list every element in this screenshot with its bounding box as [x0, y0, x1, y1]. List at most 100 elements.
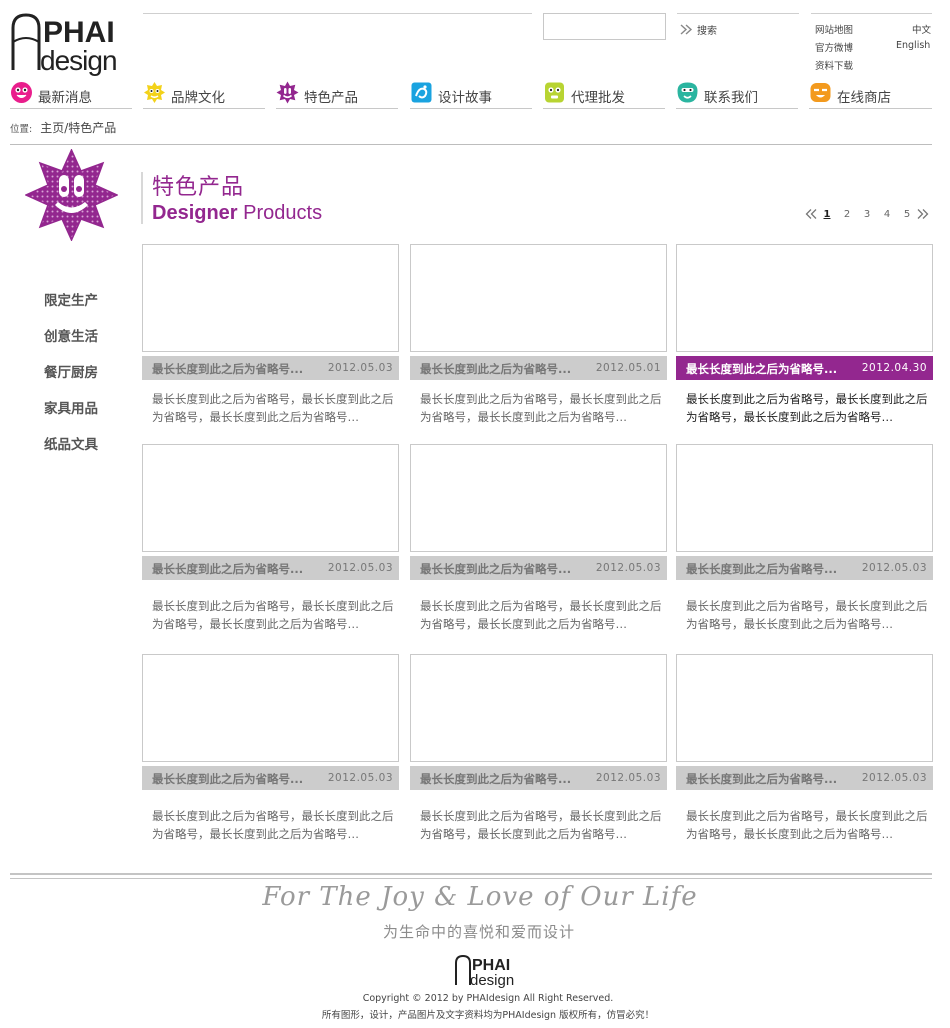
product-thumbnail[interactable]: [676, 444, 933, 552]
pager-page-1[interactable]: 1: [817, 209, 837, 220]
yellow-face-icon: [144, 82, 165, 103]
product-date: 2012.05.03: [327, 772, 393, 784]
pink-smiley-icon: [11, 82, 32, 103]
orange-face-icon: [810, 83, 831, 102]
product-date: 2012.05.03: [595, 562, 661, 574]
pager-next-icon[interactable]: [917, 208, 929, 220]
product-title-bar[interactable]: 最长长度到此之后为省略号... 2012.04.30: [676, 356, 933, 380]
product-title-bar[interactable]: 最长长度到此之后为省略号... 2012.05.01: [410, 356, 667, 380]
breadcrumb-prefix: 位置:: [10, 124, 33, 135]
nav-label-products: 特色产品: [304, 90, 358, 106]
sidebar-item-household[interactable]: 家具用品: [44, 397, 98, 417]
product-date: 2012.05.03: [861, 772, 927, 784]
footer-rule-thin: [10, 878, 932, 879]
product-description: 最长长度到此之后为省略号，最长长度到此之后为省略号，最长长度到此之后为省略号…: [152, 599, 394, 631]
product-title-bar[interactable]: 最长长度到此之后为省略号... 2012.05.03: [676, 766, 933, 790]
nav-label-stories: 设计故事: [438, 90, 492, 106]
phai-design-logo[interactable]: PHAI design: [10, 12, 134, 78]
product-thumbnail[interactable]: [410, 654, 667, 762]
product-description: 最长长度到此之后为省略号，最长长度到此之后为省略号，最长长度到此之后为省略号…: [420, 809, 662, 841]
downloads-link[interactable]: 资料下载: [815, 58, 853, 72]
blue-doodle-icon: [411, 82, 432, 103]
nav-label-wholesale: 代理批发: [571, 90, 625, 106]
purple-star-badge-icon: [24, 148, 119, 242]
product-date: 2012.05.03: [327, 562, 393, 574]
product-description: 最长长度到此之后为省略号，最长长度到此之后为省略号，最长长度到此之后为省略号…: [686, 809, 928, 841]
breadcrumb-home-link[interactable]: 主页: [40, 121, 64, 135]
pager-page-3[interactable]: 3: [857, 209, 877, 220]
footer-rule: [10, 873, 932, 875]
product-thumbnail[interactable]: [410, 244, 667, 352]
nav-item-brand[interactable]: 品牌文化: [143, 80, 265, 109]
product-date: 2012.05.03: [861, 562, 927, 574]
product-thumbnail[interactable]: [142, 244, 399, 352]
nav-item-contact[interactable]: 联系我们: [676, 80, 798, 109]
product-title-bar[interactable]: 最长长度到此之后为省略号... 2012.05.03: [142, 356, 399, 380]
product-description: 最长长度到此之后为省略号，最长长度到此之后为省略号，最长长度到此之后为省略号…: [420, 392, 662, 424]
footer-rights-notice: 所有图形，设计，产品图片及文字资料均为PHAIdesign 版权所有，仿冒必究！: [321, 1010, 655, 1021]
product-thumbnail[interactable]: [676, 654, 933, 762]
pager-prev-icon[interactable]: [805, 208, 817, 220]
section-title-chinese: 特色产品: [152, 175, 245, 200]
product-description: 最长长度到此之后为省略号，最长长度到此之后为省略号，最长长度到此之后为省略号…: [686, 392, 928, 424]
breadcrumb: 位置: 主页/特色产品: [10, 119, 116, 136]
product-title-bar[interactable]: 最长长度到此之后为省略号... 2012.05.03: [142, 766, 399, 790]
section-title-english-bold: Designer: [152, 202, 238, 224]
product-date: 2012.05.03: [595, 772, 661, 784]
product-title: 最长长度到此之后为省略号...: [686, 772, 838, 786]
product-thumbnail[interactable]: [410, 444, 667, 552]
section-title-english: Designer Products: [152, 202, 322, 225]
language-chinese-link[interactable]: 中文: [912, 22, 931, 36]
product-title: 最长长度到此之后为省略号...: [420, 562, 572, 576]
footer-copyright: Copyright © 2012 by PHAIdesign All Right…: [362, 993, 614, 1004]
nav-label-brand: 品牌文化: [171, 90, 225, 106]
product-title-bar[interactable]: 最长长度到此之后为省略号... 2012.05.03: [410, 766, 667, 790]
header-rule: [143, 13, 532, 14]
footer-logo-bottom: design: [470, 972, 514, 988]
utility-rule: [811, 13, 932, 14]
footer-logo: PHAI design: [454, 954, 518, 989]
product-date: 2012.05.01: [595, 362, 661, 374]
nav-item-wholesale[interactable]: 代理批发: [543, 80, 665, 109]
pager-page-4[interactable]: 4: [877, 209, 897, 220]
green-face-icon: [545, 82, 564, 103]
sidebar-item-stationery[interactable]: 纸品文具: [44, 433, 98, 453]
product-title: 最长长度到此之后为省略号...: [686, 362, 838, 376]
weibo-link[interactable]: 官方微博: [815, 40, 853, 54]
product-date: 2012.04.30: [861, 362, 927, 374]
pagination: 1 2 3 4 5: [805, 206, 929, 222]
language-english-link[interactable]: English: [896, 40, 930, 51]
product-title-bar[interactable]: 最长长度到此之后为省略号... 2012.05.03: [142, 556, 399, 580]
breadcrumb-current: 特色产品: [68, 121, 117, 135]
product-title: 最长长度到此之后为省略号...: [686, 562, 838, 576]
product-description: 最长长度到此之后为省略号，最长长度到此之后为省略号，最长长度到此之后为省略号…: [686, 599, 928, 631]
product-thumbnail[interactable]: [142, 444, 399, 552]
search-button[interactable]: 搜索: [680, 21, 717, 37]
product-title: 最长长度到此之后为省略号...: [152, 772, 304, 786]
section-title-english-light: Products: [243, 202, 323, 224]
breadcrumb-rule: [10, 144, 932, 145]
product-description: 最长长度到此之后为省略号，最长长度到此之后为省略号，最长长度到此之后为省略号…: [420, 599, 662, 631]
product-date: 2012.05.03: [327, 362, 393, 374]
sidebar-item-creative-life[interactable]: 创意生活: [44, 325, 98, 345]
nav-label-shop: 在线商店: [837, 90, 891, 106]
sidebar-item-limited[interactable]: 限定生产: [44, 289, 98, 309]
product-thumbnail[interactable]: [142, 654, 399, 762]
sitemap-link[interactable]: 网站地图: [815, 22, 853, 36]
product-description: 最长长度到此之后为省略号，最长长度到此之后为省略号，最长长度到此之后为省略号…: [152, 392, 394, 424]
nav-item-stories[interactable]: 设计故事: [410, 80, 532, 109]
pager-page-2[interactable]: 2: [837, 209, 857, 220]
nav-item-news[interactable]: 最新消息: [10, 80, 132, 109]
footer-slogan-chinese: 为生命中的喜悦和爱而设计: [382, 923, 575, 941]
search-input[interactable]: [543, 13, 666, 40]
product-title-bar[interactable]: 最长长度到此之后为省略号... 2012.05.03: [410, 556, 667, 580]
teal-face-icon: [677, 82, 698, 103]
nav-item-shop[interactable]: 在线商店: [809, 80, 932, 109]
product-thumbnail[interactable]: [676, 244, 933, 352]
search-button-label: 搜索: [697, 25, 717, 37]
pager-page-5[interactable]: 5: [897, 209, 917, 220]
double-chevron-right-icon: [680, 23, 693, 35]
sidebar-item-kitchen[interactable]: 餐厅厨房: [44, 361, 98, 381]
nav-item-products[interactable]: 特色产品: [276, 80, 398, 109]
product-title-bar[interactable]: 最长长度到此之后为省略号... 2012.05.03: [676, 556, 933, 580]
